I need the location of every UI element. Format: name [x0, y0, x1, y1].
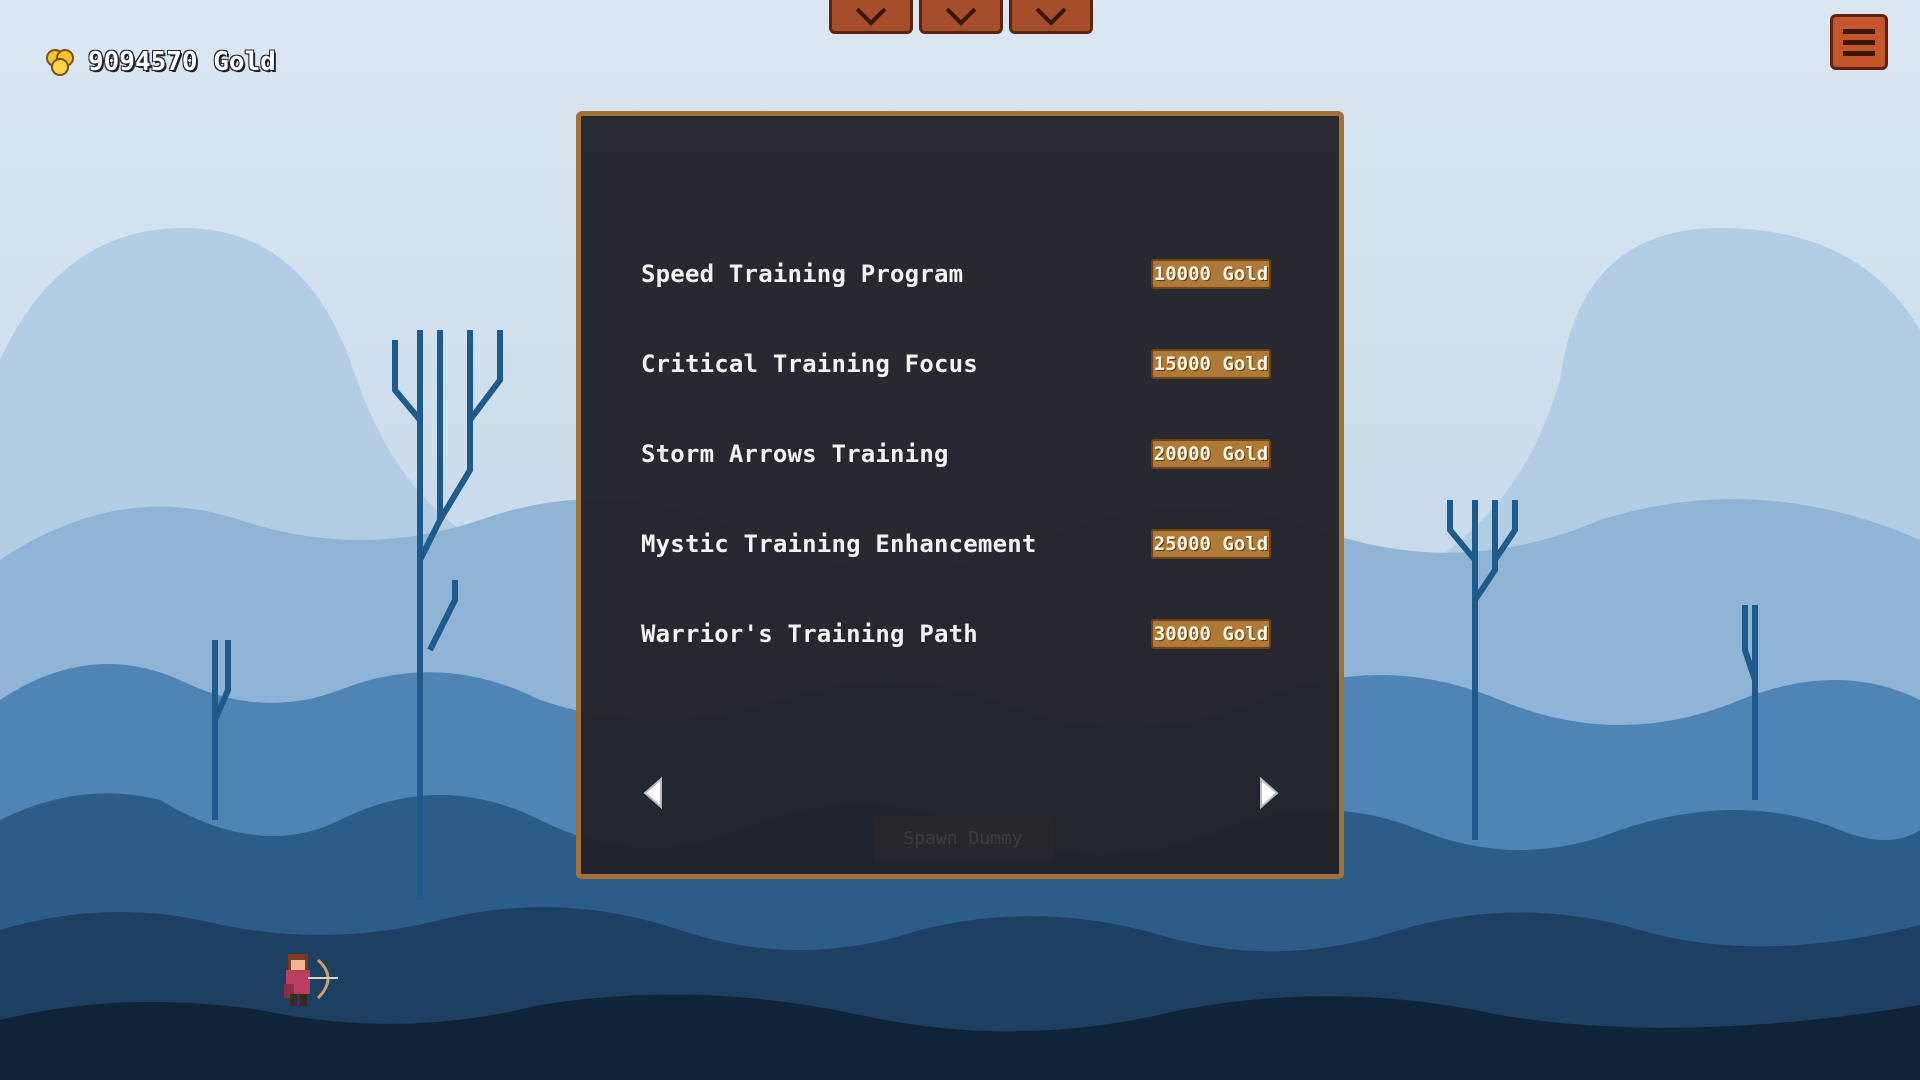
shop-item-name: Warrior's Training Path — [641, 620, 978, 648]
spawn-dummy-button[interactable]: Spawn Dummy — [873, 816, 1053, 860]
player-archer — [278, 950, 350, 1010]
shop-item-name: Speed Training Program — [641, 260, 964, 288]
heart-icon — [1035, 7, 1067, 26]
buy-button[interactable]: 10000 Gold — [1151, 259, 1271, 289]
heart-icon — [945, 7, 977, 26]
heart-icon — [855, 7, 887, 26]
shop-item-name: Critical Training Focus — [641, 350, 978, 378]
next-page-button[interactable] — [1257, 776, 1281, 810]
shop-item[interactable]: Storm Arrows Training 20000 Gold — [641, 436, 1271, 472]
shop-item[interactable]: Speed Training Program 10000 Gold — [641, 256, 1271, 292]
shop-item-name: Storm Arrows Training — [641, 440, 949, 468]
gold-amount: 9094570 Gold — [88, 47, 276, 77]
buy-button[interactable]: 25000 Gold — [1151, 529, 1271, 559]
life-slot — [1009, 0, 1093, 34]
buy-button[interactable]: 20000 Gold — [1151, 439, 1271, 469]
shop-item[interactable]: Mystic Training Enhancement 25000 Gold — [641, 526, 1271, 562]
buy-button[interactable]: 15000 Gold — [1151, 349, 1271, 379]
life-slot — [829, 0, 913, 34]
shop-item-name: Mystic Training Enhancement — [641, 530, 1037, 558]
lives-bar — [829, 0, 1093, 34]
prev-page-button[interactable] — [641, 776, 665, 810]
menu-button[interactable] — [1830, 14, 1888, 70]
shop-item[interactable]: Warrior's Training Path 30000 Gold — [641, 616, 1271, 652]
buy-button[interactable]: 30000 Gold — [1151, 619, 1271, 649]
arrow-left-icon — [643, 776, 662, 810]
arrow-right-icon — [1260, 776, 1279, 810]
gold-coins-icon — [46, 49, 74, 76]
life-slot — [919, 0, 1003, 34]
training-shop-panel: Speed Training Program 10000 Gold Critic… — [576, 111, 1344, 879]
hamburger-menu-icon — [1843, 28, 1875, 34]
shop-item[interactable]: Critical Training Focus 15000 Gold — [641, 346, 1271, 382]
gold-counter: 9094570 Gold — [44, 44, 276, 80]
